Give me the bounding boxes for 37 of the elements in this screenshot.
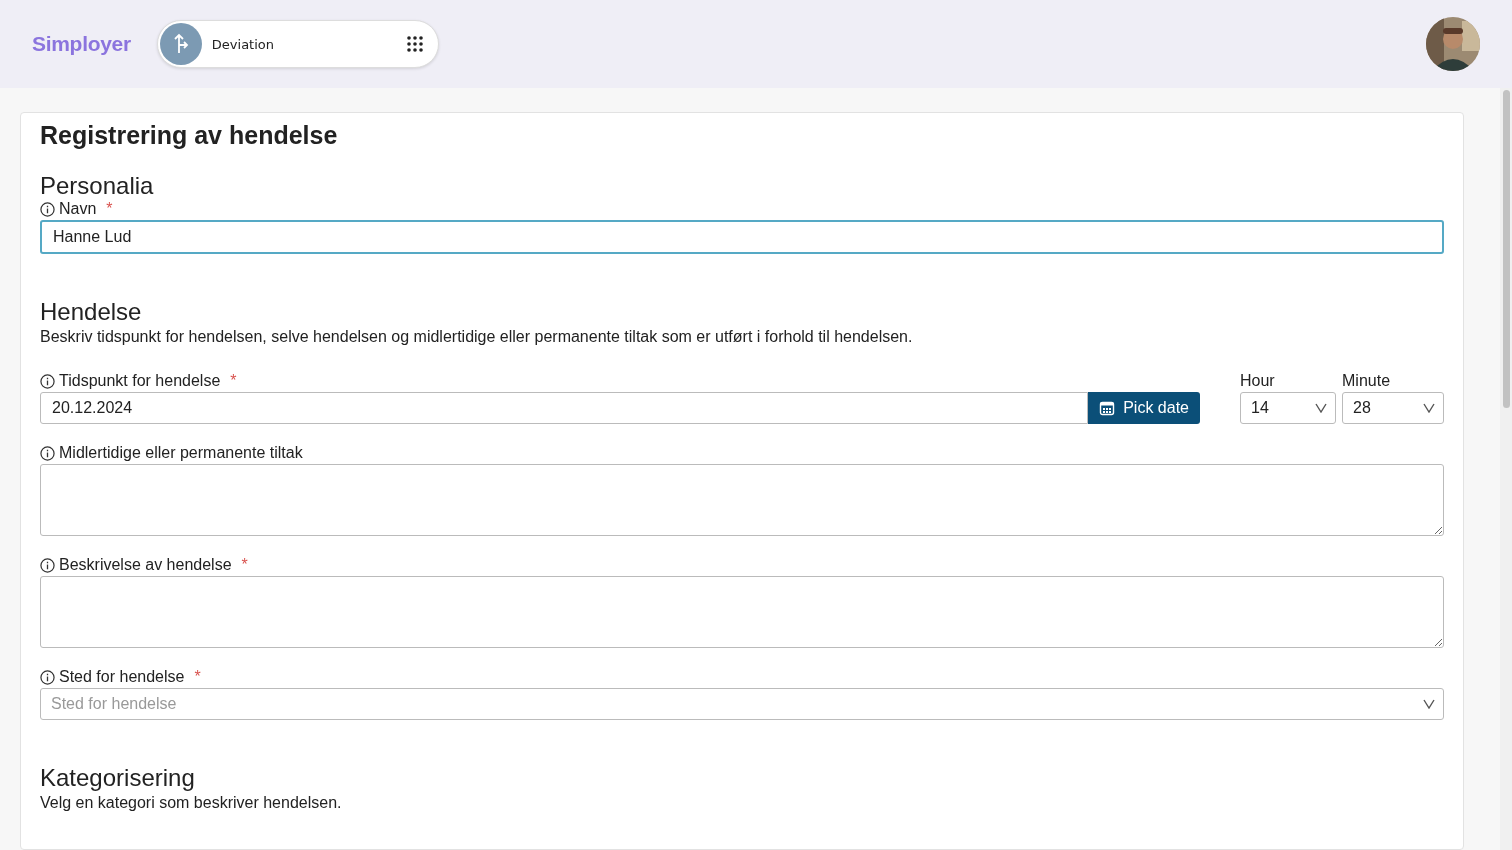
time-select[interactable]: 14	[1240, 392, 1336, 424]
text-area[interactable]	[40, 464, 1444, 536]
calendar-icon	[1099, 400, 1116, 416]
required-mark: *	[230, 372, 237, 390]
form-title: Registrering av hendelse	[40, 121, 339, 150]
chevron-down-icon	[1423, 699, 1435, 709]
scrollbar-thumb[interactable]	[1502, 90, 1510, 408]
required-mark: *	[106, 200, 113, 218]
field-label: Navn	[59, 200, 97, 218]
text-area[interactable]	[40, 576, 1444, 648]
field-label: Hour	[1240, 372, 1276, 390]
section-heading: Hendelse	[40, 298, 143, 326]
field-label: Sted for hendelse	[59, 668, 185, 686]
section-heading: Kategorisering	[40, 764, 196, 792]
required-mark: *	[241, 556, 248, 574]
app-switcher[interactable]: Deviation	[156, 20, 439, 68]
app-name: Deviation	[211, 36, 276, 52]
required-mark: *	[194, 668, 201, 686]
info-icon	[40, 445, 55, 461]
section-description: Velg en kategori som beskriver hendelsen.	[40, 794, 343, 812]
pick-date-button[interactable]: Pick date	[1088, 392, 1200, 424]
field-label: Minute	[1342, 372, 1392, 390]
info-icon	[40, 557, 55, 573]
chevron-down-icon	[1423, 403, 1435, 413]
field-label: Tidspunkt for hendelse	[59, 372, 221, 390]
section-description: Beskriv tidspunkt for hendelsen, selve hendelsen og midlertidige eller permanente tiltak som er utført i forhold til hendelsen.	[40, 328, 914, 346]
section-heading: Personalia	[40, 172, 155, 200]
info-icon	[40, 201, 55, 217]
field-label: Beskrivelse av hendelse	[59, 556, 232, 574]
chevron-down-icon	[1315, 403, 1327, 413]
name-input[interactable]: Hanne Lud	[40, 220, 1444, 254]
info-icon	[40, 669, 55, 685]
field-label: Midlertidige eller permanente tiltak	[59, 444, 303, 462]
app-grid-icon[interactable]	[405, 35, 424, 53]
info-icon	[40, 373, 55, 389]
time-select[interactable]: 28	[1342, 392, 1444, 424]
date-input[interactable]: 20.12.2024	[40, 392, 1089, 424]
